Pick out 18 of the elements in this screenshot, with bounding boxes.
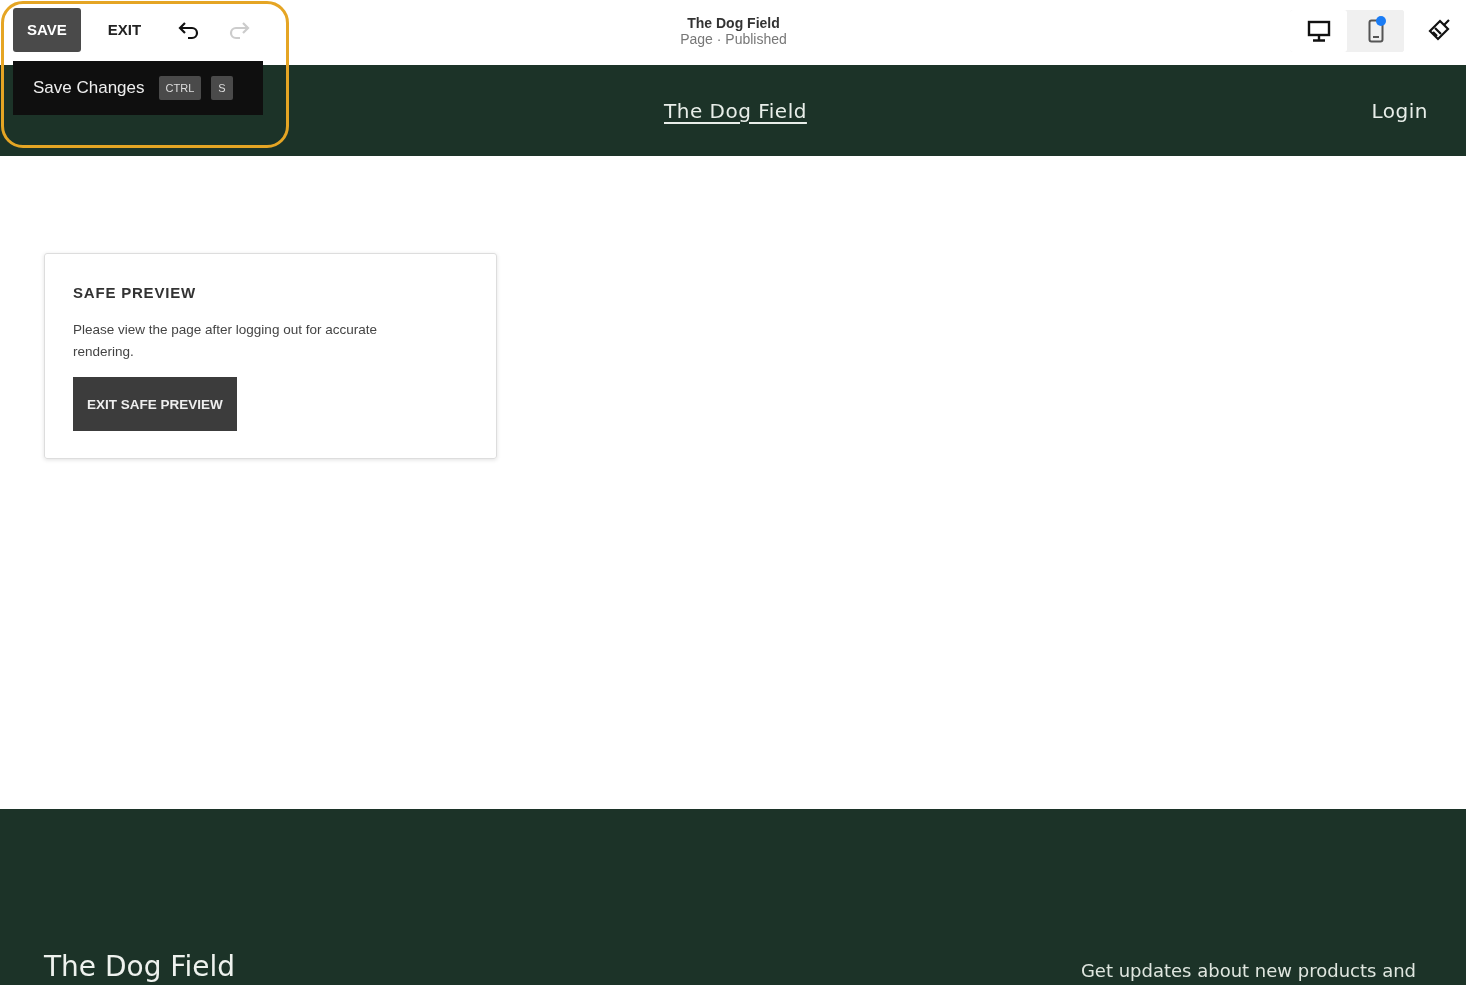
mobile-phone-icon [1367, 18, 1384, 43]
notification-dot [1376, 15, 1386, 26]
site-title-link[interactable]: The Dog Field [664, 98, 807, 123]
save-button[interactable]: SAVE [13, 7, 81, 52]
keyboard-key: CTRL [158, 76, 202, 100]
newsletter-text: Get updates about new products and [1080, 960, 1416, 981]
page-status: Page · Published [679, 30, 788, 47]
page-title: The Dog Field [686, 14, 781, 31]
footer-site-title: The Dog Field [44, 950, 235, 983]
paintbrush-icon[interactable] [1426, 16, 1452, 43]
exit-safe-preview-button[interactable]: EXIT SAFE PREVIEW [73, 377, 237, 431]
desktop-icon [1306, 19, 1331, 42]
login-link[interactable]: Login [1371, 98, 1428, 123]
card-heading: SAFE PREVIEW [73, 284, 197, 301]
card-message: Please view the page after logging out for accurate rendering. [73, 321, 378, 361]
tooltip-label: Save Changes [33, 78, 145, 98]
keyboard-key: S [211, 76, 233, 100]
exit-button[interactable]: EXIT [93, 21, 156, 38]
